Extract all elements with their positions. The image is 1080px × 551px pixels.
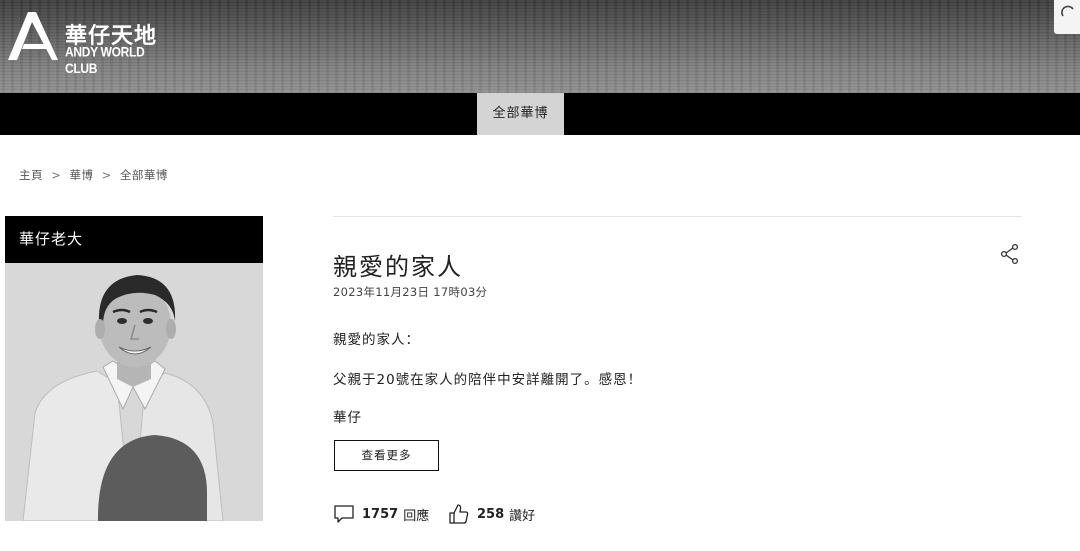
breadcrumb: 主頁 > 華博 > 全部華博 <box>19 167 172 183</box>
author-card: 華仔老大 <box>5 216 263 521</box>
post-title: 親愛的家人 <box>333 253 463 281</box>
share-icon <box>1000 243 1019 265</box>
tab-all-posts[interactable]: 全部華博 <box>477 93 564 135</box>
post-body: 父親于20號在家人的陪伴中安詳離開了。感恩！ <box>333 372 643 388</box>
comments-label: 回應 <box>403 508 430 524</box>
comments-count: 1757 <box>362 506 399 522</box>
author-name: 華仔老大 <box>5 216 263 263</box>
comments-button[interactable]: 1757 回應 <box>333 503 429 525</box>
breadcrumb-separator: > <box>101 168 112 182</box>
author-photo <box>5 263 263 521</box>
author-portrait-image <box>5 263 263 521</box>
loading-widget[interactable] <box>1054 0 1080 34</box>
post-signature: 華仔 <box>333 410 362 426</box>
breadcrumb-separator: > <box>51 168 62 182</box>
likes-label: 讚好 <box>509 508 536 524</box>
breadcrumb-home[interactable]: 主頁 <box>19 168 43 182</box>
main-nav: 全部華博 <box>0 93 1080 135</box>
post-divider <box>333 216 1022 217</box>
likes-count: 258 <box>477 506 505 522</box>
read-more-button[interactable]: 查看更多 <box>334 440 439 471</box>
site-header: 華仔天地 ANDY WORLD CLUB <box>0 0 1080 93</box>
thumbs-up-icon <box>449 504 469 524</box>
share-button[interactable] <box>1000 243 1020 265</box>
refresh-icon <box>1061 5 1074 17</box>
comment-icon <box>334 505 354 523</box>
logo-english-text: ANDY WORLD CLUB <box>65 44 145 77</box>
logo-mark-icon <box>8 12 58 60</box>
breadcrumb-current: 全部華博 <box>119 168 168 182</box>
post-greeting: 親愛的家人： <box>333 332 420 348</box>
breadcrumb-section[interactable]: 華博 <box>69 168 93 182</box>
like-button[interactable]: 258 讚好 <box>448 503 535 525</box>
site-logo[interactable]: 華仔天地 ANDY WORLD CLUB <box>8 8 168 76</box>
post-date: 2023年11月23日 17時03分 <box>333 285 488 299</box>
